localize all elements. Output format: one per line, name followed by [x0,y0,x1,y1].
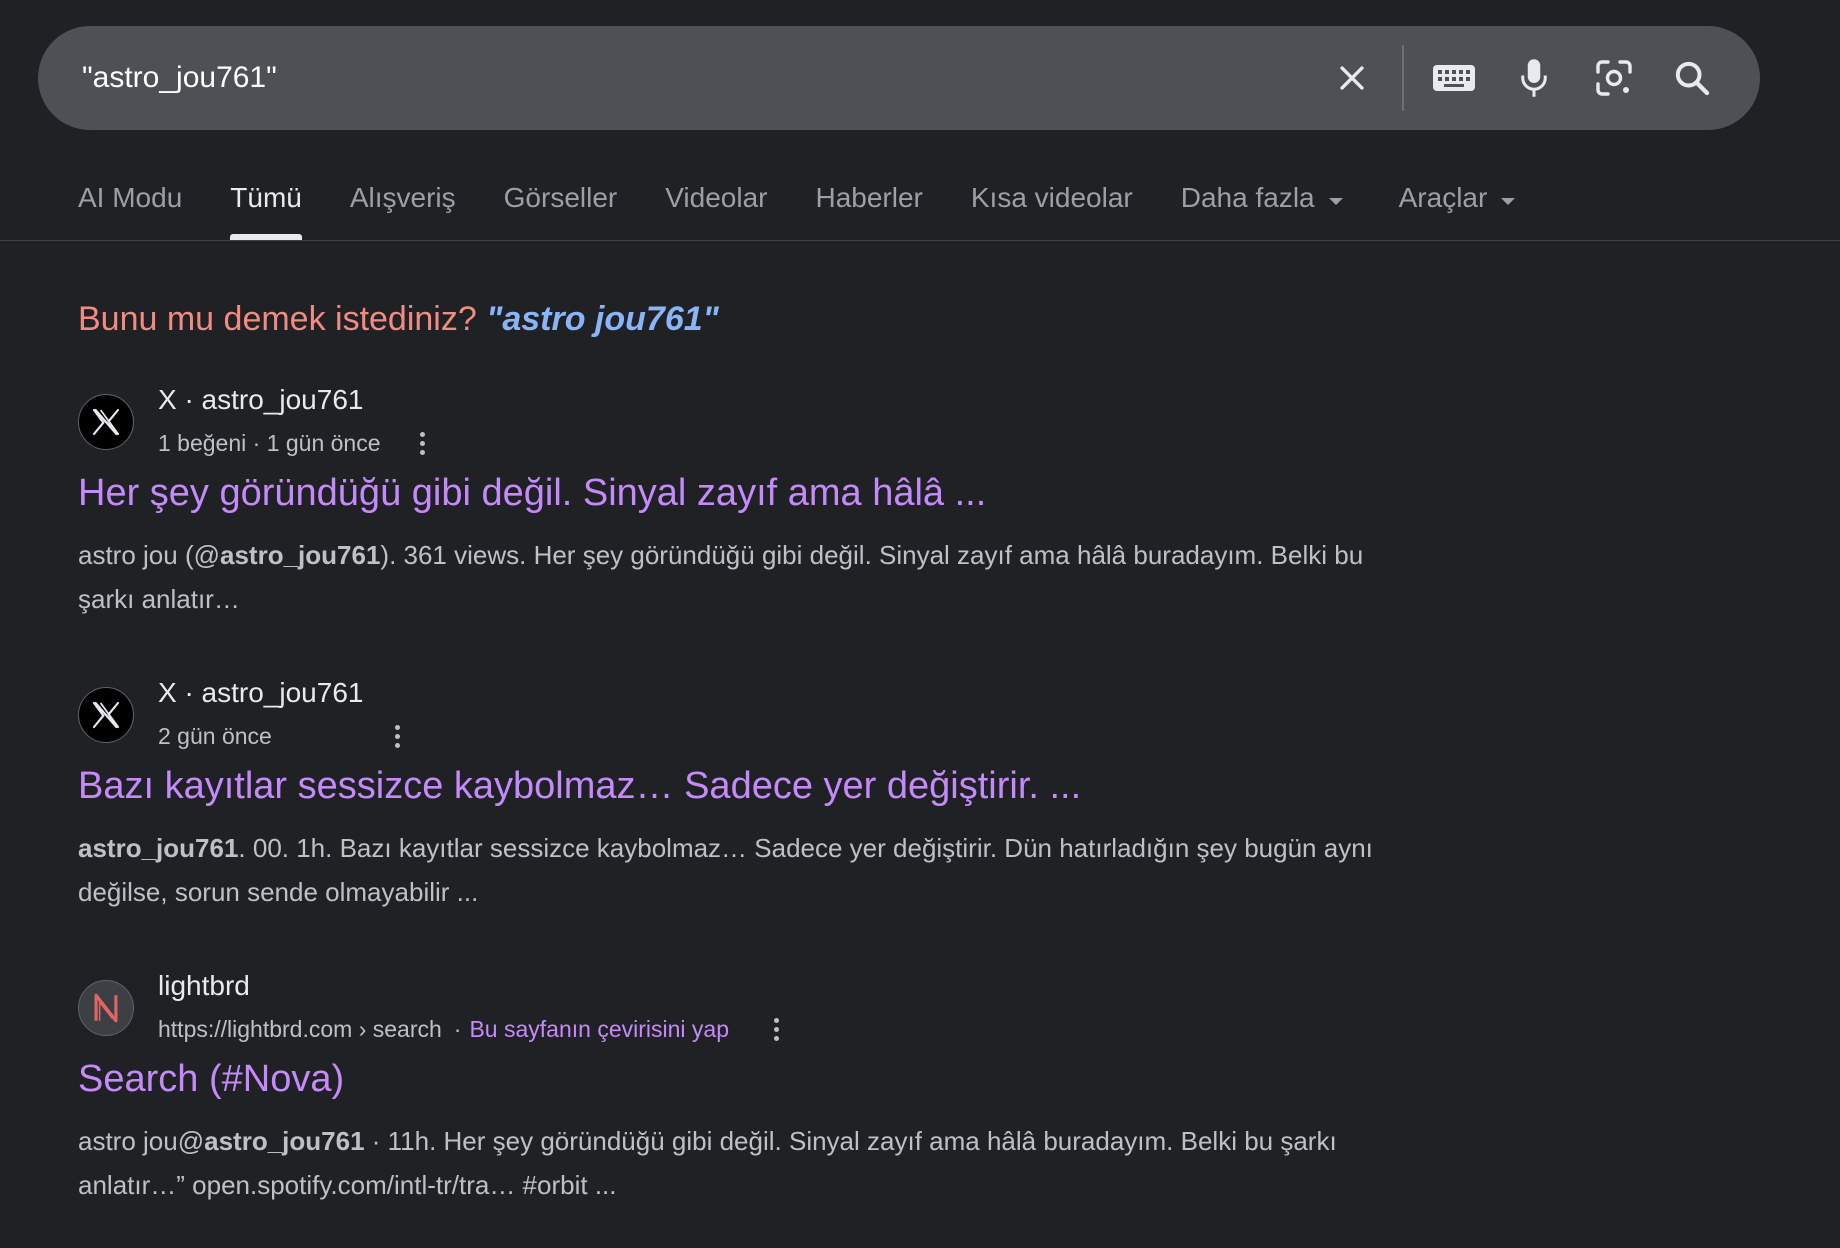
lightbrd-logo-icon [78,980,134,1036]
keyboard-icon[interactable] [1422,46,1486,110]
result-meta: 2 gün önce [158,721,410,751]
did-you-mean: Bunu mu demek istediniz? "astro jou761" [78,300,719,339]
tab-all[interactable]: Tümü [230,178,302,240]
result-snippet: astro_jou761. 00. 1h. Bazı kayıtlar sess… [78,833,1373,907]
result-meta-text: 2 gün önce [158,722,272,749]
result-url: https://lightbrd.com › search [158,1015,442,1042]
microphone-icon[interactable] [1502,46,1566,110]
tab-label: Haberler [815,182,923,213]
tab-ai-mode[interactable]: AI Modu [78,178,182,240]
result-source[interactable]: X · astro_jou761 1 beğeni · 1 gün önce [78,384,1398,456]
result-title-link[interactable]: Search (#Nova) [78,1058,1398,1101]
google-lens-icon[interactable] [1582,46,1646,110]
result-source[interactable]: lightbrd https://lightbrd.com › search ·… [78,970,1398,1042]
tab-label: Araçlar [1398,182,1488,213]
result-meta: 1 beğeni · 1 gün önce [158,428,435,458]
chevron-down-icon [1328,198,1343,205]
tab-label: Videolar [665,182,768,213]
search-result: lightbrd https://lightbrd.com › search ·… [78,970,1398,1207]
result-snippet: astro jou@astro_jou761 · 11h. Her şey gö… [78,1126,1337,1200]
tab-label: AI Modu [78,182,183,213]
tab-shopping[interactable]: Alışveriş [350,178,456,240]
tabs-divider [0,240,1840,241]
search-bar [38,26,1760,130]
translate-page-link[interactable]: Bu sayfanın çevirisini yap [469,1016,729,1043]
result-meta: https://lightbrd.com › search · Bu sayfa… [158,1014,789,1044]
suggestion-text: astro jou761 [502,300,703,338]
search-icon[interactable] [1660,46,1724,110]
close-icon[interactable] [1320,46,1384,110]
search-result: X · astro_jou761 1 beğeni · 1 gün önce H… [78,384,1398,621]
tab-label: Tümü [230,182,302,213]
tab-videos[interactable]: Videolar [665,178,767,240]
tab-label: Daha fazla [1180,182,1315,213]
quote-close: " [702,300,719,338]
tab-short-videos[interactable]: Kısa videolar [971,178,1133,240]
quote-open: " [486,300,503,338]
search-bar-divider [1402,45,1404,111]
search-tabs: AI Modu Tümü Alışveriş Görseller Videola… [78,178,1563,240]
more-options-icon[interactable] [765,1014,789,1044]
tab-label: Görseller [503,182,618,213]
result-meta-text: 1 beğeni · 1 gün önce [158,429,381,456]
did-you-mean-suggestion-link[interactable]: "astro jou761" [486,300,719,338]
more-options-icon[interactable] [411,428,435,458]
more-options-icon[interactable] [386,721,410,751]
chevron-down-icon [1501,198,1516,205]
tab-tools[interactable]: Araçlar [1399,178,1516,240]
result-title-link[interactable]: Her şey göründüğü gibi değil. Sinyal zay… [78,472,1398,515]
tab-news[interactable]: Haberler [815,178,922,240]
tab-label: Alışveriş [349,182,456,213]
x-logo-icon [78,394,134,450]
result-source[interactable]: X · astro_jou761 2 gün önce [78,677,1398,749]
site-name: X · astro_jou761 [158,677,364,708]
search-result: X · astro_jou761 2 gün önce Bazı kayıtla… [78,677,1398,914]
did-you-mean-label: Bunu mu demek istediniz? [78,300,487,338]
result-title-link[interactable]: Bazı kayıtlar sessizce kaybolmaz… Sadece… [78,765,1398,808]
tab-images[interactable]: Görseller [504,178,618,240]
tab-label: Kısa videolar [970,182,1133,213]
site-name: X · astro_jou761 [158,384,364,415]
meta-separator: · [453,1015,462,1042]
search-input[interactable] [80,47,1320,109]
tab-more[interactable]: Daha fazla [1181,178,1343,240]
result-snippet: astro jou (@astro_jou761). 361 views. He… [78,540,1364,614]
x-logo-icon [78,687,134,743]
site-name: lightbrd [158,970,250,1001]
